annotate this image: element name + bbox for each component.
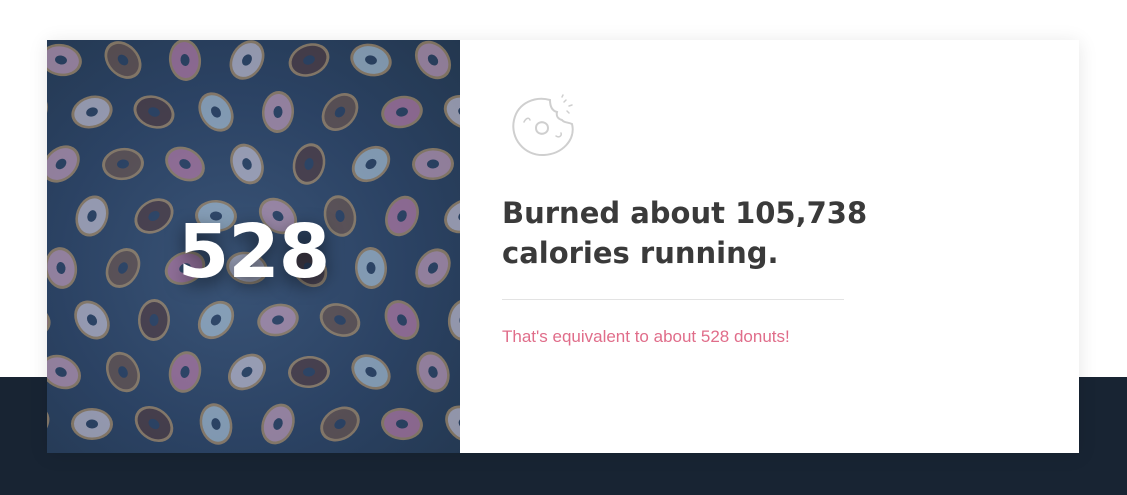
big-number-container: 528 [47, 40, 460, 453]
stat-content: Burned about 105,738 calories running. T… [460, 40, 1079, 453]
calories-headline: Burned about 105,738 calories running. [502, 196, 868, 270]
bitten-donut-icon [512, 94, 574, 157]
divider [502, 299, 844, 300]
donut-equivalent-text: That's equivalent to about 528 donuts! [502, 327, 790, 346]
stat-card: 528 Burned about 105,738 calories runnin… [47, 40, 1079, 453]
big-number: 528 [177, 208, 330, 295]
donut-image-panel: 528 [47, 40, 460, 453]
